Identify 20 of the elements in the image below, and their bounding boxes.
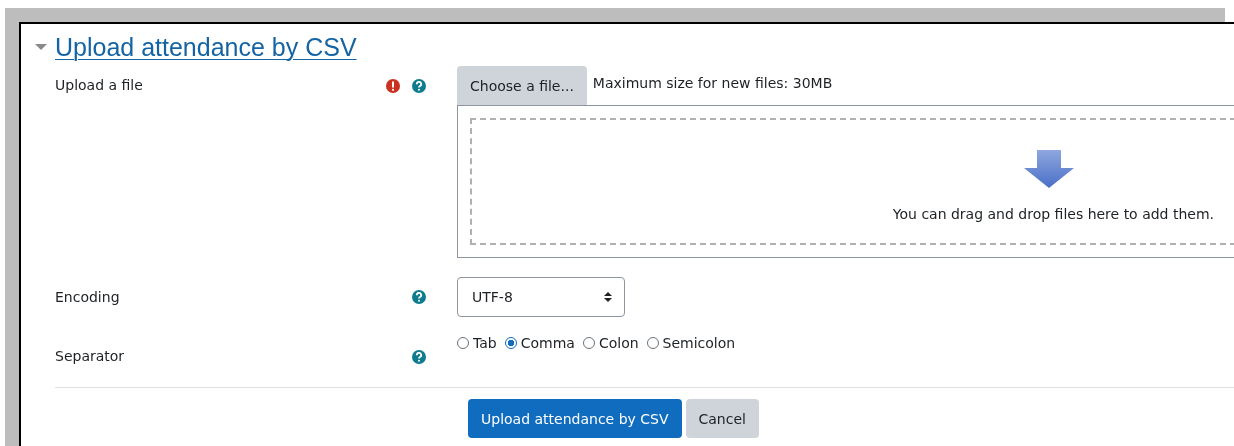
separator-radio[interactable]: Tab [457,335,497,351]
encoding-select[interactable]: UTF-8 [457,277,625,317]
choose-file-button[interactable]: Choose a file... [457,66,587,105]
field-label: Separator [55,347,126,364]
separator-radio[interactable]: Colon [582,335,639,351]
field-label: Encoding [55,289,121,305]
cancel-button[interactable]: Cancel [685,399,759,438]
drop-zone[interactable]: You can drag and drop files here to add them. [457,105,1234,258]
sort-arrows-icon [604,291,612,303]
separator-radio[interactable]: Semicolon [646,335,736,351]
help-icon[interactable] [411,349,427,365]
max-size-note: Maximum size for new files: 30MB [592,74,833,91]
drop-hint: You can drag and drop files here to add them. [892,206,1214,222]
help-icon[interactable] [411,78,427,94]
field-label: Upload a file [55,76,144,93]
separator-radio[interactable]: Comma [504,335,575,351]
submit-button[interactable]: Upload attendance by CSV [468,399,682,438]
collapse-caret-icon[interactable] [35,41,47,53]
section-title[interactable]: Upload attendance by CSV [55,32,357,62]
help-icon[interactable] [411,289,427,305]
